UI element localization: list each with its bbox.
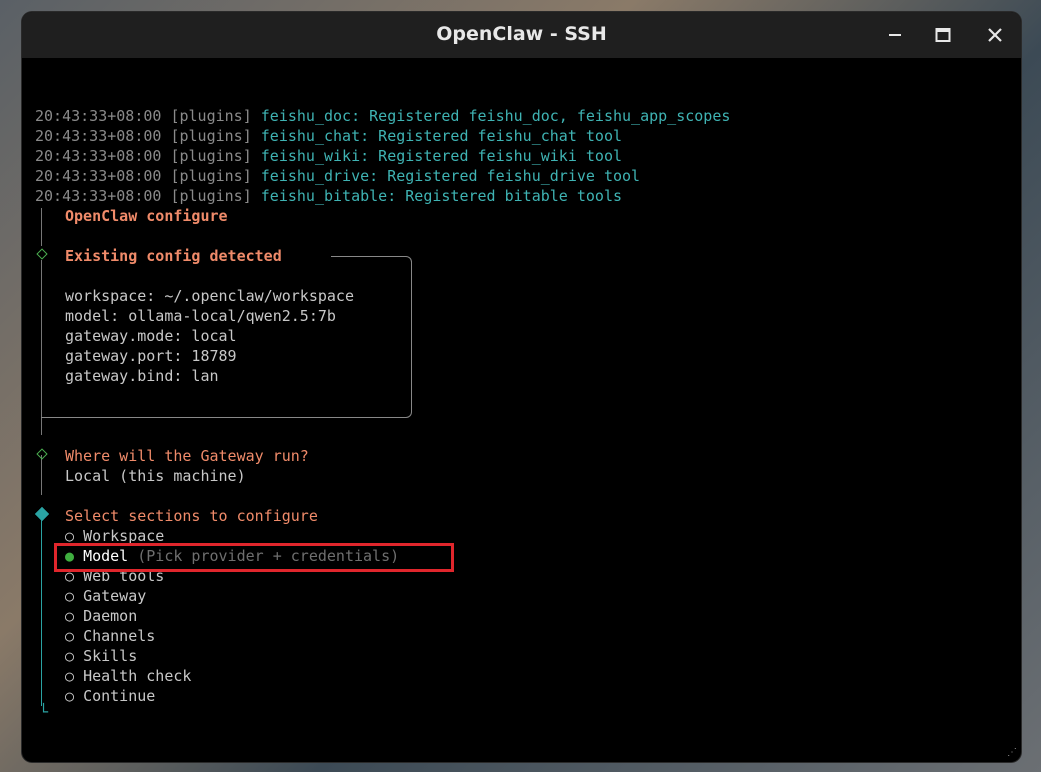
- log-line: 20:43:33+08:00 [plugins] feishu_wiki: Re…: [35, 147, 623, 165]
- title-bar[interactable]: OpenClaw - SSH: [22, 12, 1021, 58]
- config-line: model: ollama-local/qwen2.5:7b: [65, 307, 336, 325]
- config-line: workspace: ~/.openclaw/workspace: [65, 287, 354, 305]
- log-line: 20:43:33+08:00 [plugins] feishu_doc: Reg…: [35, 107, 731, 125]
- config-line: gateway.bind: lan: [65, 367, 219, 385]
- terminal-output[interactable]: 20:43:33+08:00 [plugins] feishu_doc: Reg…: [22, 58, 1021, 762]
- diamond-active-icon: [34, 506, 50, 522]
- option-gateway[interactable]: ○ Gateway: [65, 586, 146, 606]
- window-title: OpenClaw - SSH: [436, 23, 607, 45]
- option-continue[interactable]: ○ Continue: [65, 686, 155, 706]
- sections-prompt: Select sections to configure: [65, 507, 318, 525]
- rail-end: └: [39, 703, 49, 721]
- rail-gateway: [41, 455, 42, 495]
- config-line: gateway.mode: local: [65, 327, 237, 345]
- close-icon[interactable]: [984, 24, 1006, 46]
- log-line: 20:43:33+08:00 [plugins] feishu_chat: Re…: [35, 127, 623, 145]
- option-daemon[interactable]: ○ Daemon: [65, 606, 137, 626]
- selection-highlight-box: [54, 543, 454, 572]
- existing-config-title: Existing config detected: [65, 247, 282, 265]
- option-skills[interactable]: ○ Skills: [65, 646, 137, 666]
- log-line: 20:43:33+08:00 [plugins] feishu_drive: R…: [35, 167, 641, 185]
- configure-header: OpenClaw configure: [65, 207, 228, 225]
- diamond-step-icon: [36, 448, 48, 460]
- gateway-answer: Local (this machine): [65, 467, 246, 485]
- log-line: 20:43:33+08:00 [plugins] feishu_bitable:…: [35, 187, 623, 205]
- resize-grip-icon[interactable]: ⋰: [1007, 747, 1017, 758]
- rail-sections: [41, 516, 42, 706]
- terminal-window: OpenClaw - SSH 20:43:33+08:00 [plugins] …: [22, 12, 1021, 762]
- rail-top: [41, 208, 42, 246]
- minimize-icon[interactable]: [884, 24, 906, 46]
- maximize-icon[interactable]: [932, 24, 954, 46]
- option-health-check[interactable]: ○ Health check: [65, 666, 191, 686]
- config-line: gateway.port: 18789: [65, 347, 237, 365]
- gateway-question: Where will the Gateway run?: [65, 447, 309, 465]
- option-channels[interactable]: ○ Channels: [65, 626, 155, 646]
